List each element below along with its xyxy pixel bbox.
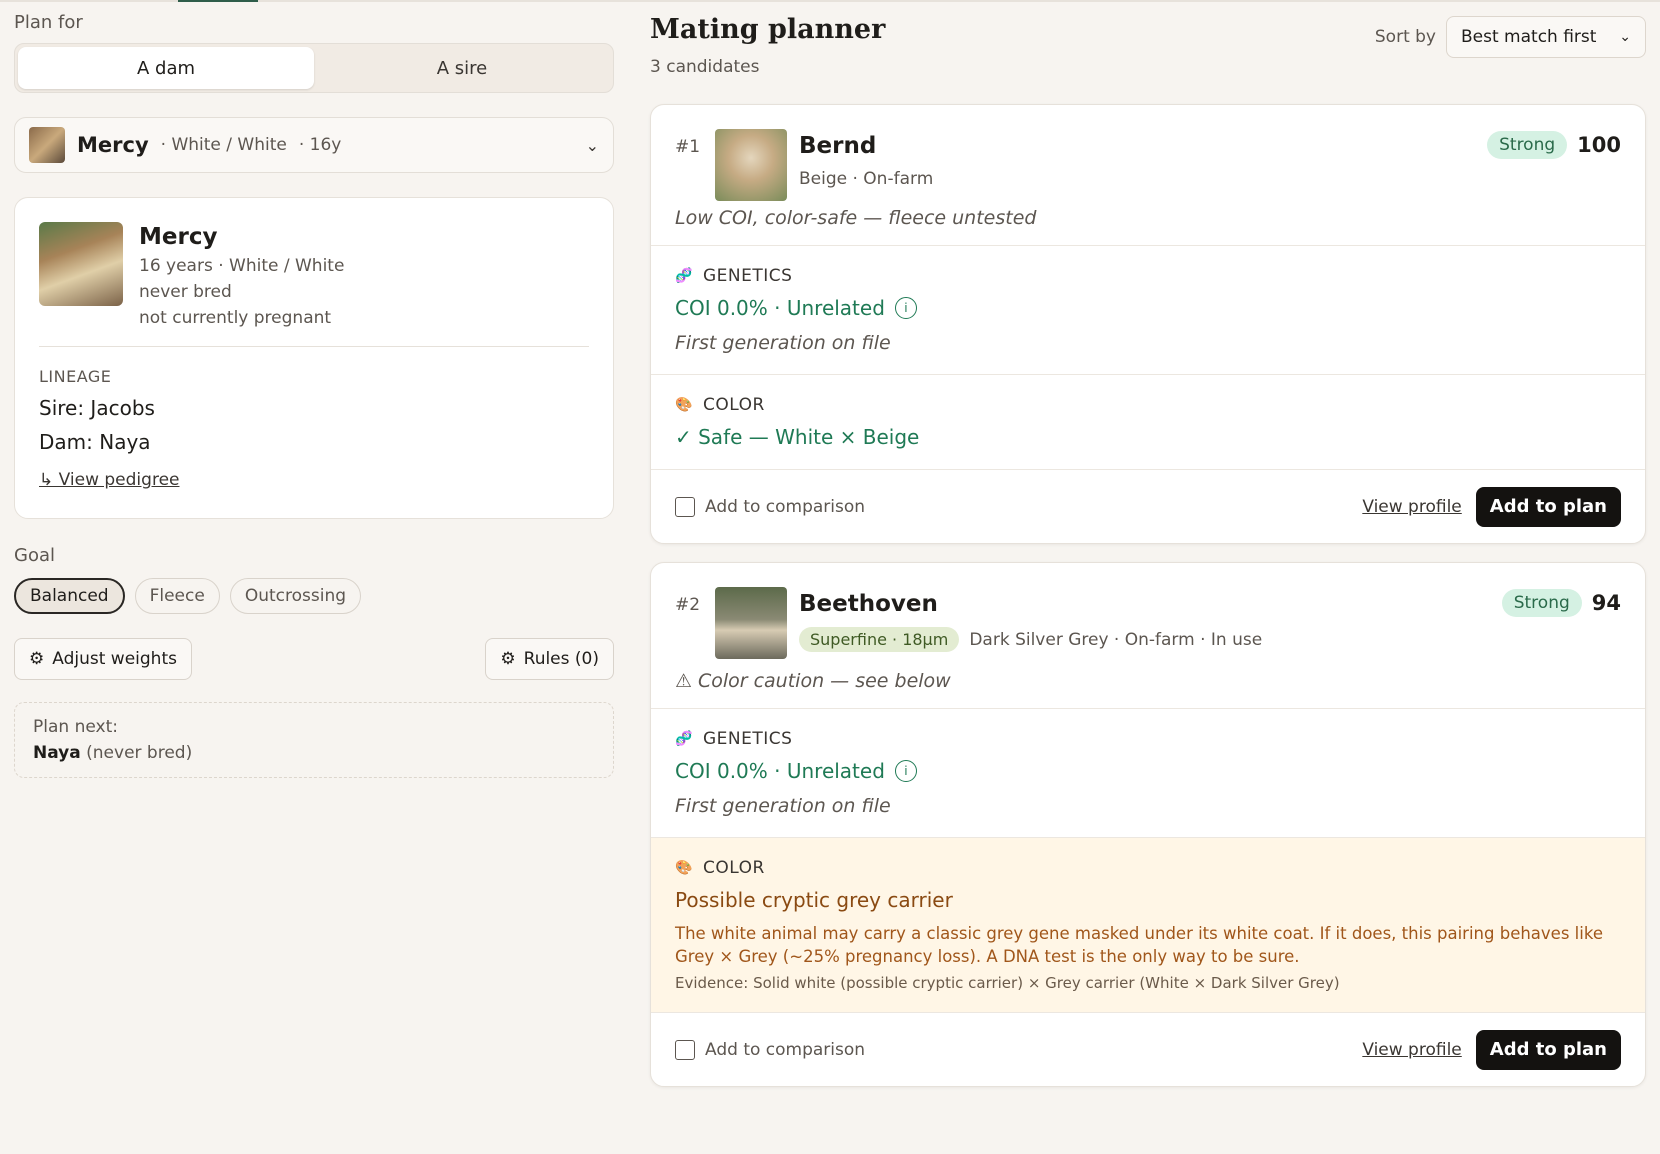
lineage-heading: LINEAGE <box>39 367 112 386</box>
compare-label: Add to comparison <box>705 1039 866 1060</box>
plan-next-label: Plan next: <box>33 717 118 737</box>
match-score: 94 <box>1591 591 1621 615</box>
sort-value: Best match first <box>1461 27 1597 47</box>
rules-button[interactable]: ⚙ Rules (0) <box>485 638 614 680</box>
candidate-card: #1 Bernd Beige · On-farm Strong 100 Low … <box>650 104 1646 544</box>
gear-icon: ⚙ <box>500 649 516 669</box>
compare-label: Add to comparison <box>705 496 866 517</box>
warning-title: Possible cryptic grey carrier <box>675 888 953 912</box>
candidate-summary: ⚠ Color caution — see below <box>675 670 951 692</box>
view-profile-link[interactable]: View profile <box>1362 497 1461 517</box>
genetics-section: 🧬 GENETICS COI 0.0% · Unrelated i First ge… <box>651 708 1645 837</box>
candidate-rank: #2 <box>675 595 701 615</box>
animal-name: Mercy <box>139 224 218 250</box>
palette-icon: 🎨 <box>675 860 693 876</box>
generation-note: First generation on file <box>675 795 891 817</box>
candidate-details: Dark Silver Grey · On-farm · In use <box>969 629 1263 650</box>
genetics-heading: GENETICS <box>703 266 793 286</box>
goal-chip-balanced[interactable]: Balanced <box>14 578 125 614</box>
color-section: 🎨 COLOR ✓ Safe — White × Beige <box>651 374 1645 469</box>
animal-picker[interactable]: Mercy · White / White · 16y ⌄ <box>14 117 614 173</box>
lineage-dam: Dam: Naya <box>39 430 151 454</box>
coi-value: COI 0.0% · Unrelated <box>675 759 885 783</box>
active-tab-underline <box>178 0 258 2</box>
add-to-plan-button[interactable]: Add to plan <box>1475 486 1621 527</box>
add-to-plan-button[interactable]: Add to plan <box>1475 1029 1621 1070</box>
plan-next-note: (never bred) <box>86 743 193 763</box>
picker-age: · 16y <box>298 135 342 155</box>
dna-icon: 🧬 <box>675 268 693 284</box>
gear-icon: ⚙ <box>29 649 45 669</box>
chevron-down-icon: ⌄ <box>585 135 599 155</box>
candidate-name: Beethoven <box>799 591 938 617</box>
info-icon[interactable]: i <box>894 297 917 319</box>
candidate-details: Beige · On-farm <box>799 169 934 189</box>
candidate-photo <box>715 587 787 659</box>
view-pedigree-link[interactable]: ↳ View pedigree <box>39 470 589 490</box>
candidate-card: #2 Beethoven Superfine · 18µm Dark Silve… <box>650 562 1646 1088</box>
goal-chip-fleece[interactable]: Fleece <box>134 578 220 614</box>
picker-name: Mercy <box>77 133 149 157</box>
goal-chip-outcrossing[interactable]: Outcrossing <box>229 578 362 614</box>
match-badge: Strong <box>1501 589 1582 617</box>
plan-for-toggle: A dam A sire <box>14 43 614 93</box>
fineness-badge: Superfine · 18µm <box>799 627 960 652</box>
warning-description: The white animal may carry a classic gre… <box>675 924 1603 967</box>
compare-checkbox[interactable] <box>675 1039 695 1060</box>
sort-label: Sort by <box>1374 27 1436 47</box>
palette-icon: 🎨 <box>675 397 693 413</box>
animal-photo <box>39 222 123 306</box>
candidate-count: 3 candidates <box>650 57 760 77</box>
candidate-rank: #1 <box>675 137 701 157</box>
generation-note: First generation on file <box>675 332 891 354</box>
animal-pregnancy-status: not currently pregnant <box>139 308 332 328</box>
right-panel: Mating planner 3 candidates Sort by Best… <box>650 14 1646 1105</box>
color-heading: COLOR <box>703 858 765 878</box>
lineage-sire: Sire: Jacobs <box>39 396 155 420</box>
genetics-section: 🧬 GENETICS COI 0.0% · Unrelated i First ge… <box>651 245 1645 374</box>
goal-chips: Balanced Fleece Outcrossing <box>14 578 614 614</box>
animal-card: Mercy 16 years · White / White never bre… <box>14 197 614 519</box>
info-icon[interactable]: i <box>894 760 917 782</box>
segment-dam[interactable]: A dam <box>18 47 314 89</box>
chevron-down-icon: ⌄ <box>1619 29 1631 45</box>
adjust-weights-button[interactable]: ⚙ Adjust weights <box>14 638 192 680</box>
candidate-photo <box>715 129 787 201</box>
color-heading: COLOR <box>703 395 765 415</box>
left-panel: Plan for A dam A sire Mercy · White / Wh… <box>14 12 614 778</box>
animal-age-color: 16 years · White / White <box>139 256 345 276</box>
sort-select[interactable]: Best match first ⌄ <box>1446 16 1646 58</box>
warning-evidence: Evidence: Solid white (possible cryptic … <box>675 974 1340 993</box>
picker-color: · White / White <box>160 135 287 155</box>
animal-thumbnail <box>29 127 65 163</box>
goal-label: Goal <box>14 545 55 566</box>
compare-checkbox[interactable] <box>675 496 695 517</box>
top-tab-indicator <box>0 0 1660 2</box>
genetics-heading: GENETICS <box>703 729 793 749</box>
animal-breeding-status: never bred <box>139 282 232 302</box>
plan-for-label: Plan for <box>14 12 83 33</box>
match-score: 100 <box>1577 133 1621 157</box>
plan-next-name[interactable]: Naya <box>33 743 81 763</box>
color-warning-section: 🎨 COLOR Possible cryptic grey carrier The… <box>651 837 1645 1013</box>
coi-value: COI 0.0% · Unrelated <box>675 296 885 320</box>
rules-label: Rules (0) <box>523 649 599 669</box>
candidate-summary: Low COI, color-safe — fleece untested <box>675 207 1037 229</box>
match-badge: Strong <box>1487 131 1568 159</box>
dna-icon: 🧬 <box>675 731 693 747</box>
view-profile-link[interactable]: View profile <box>1362 1040 1461 1060</box>
segment-sire[interactable]: A sire <box>314 47 610 89</box>
color-safe-value: ✓ Safe — White × Beige <box>675 425 920 449</box>
adjust-weights-label: Adjust weights <box>52 649 177 669</box>
divider <box>39 346 589 347</box>
plan-next-box: Plan next: Naya (never bred) <box>14 702 614 778</box>
